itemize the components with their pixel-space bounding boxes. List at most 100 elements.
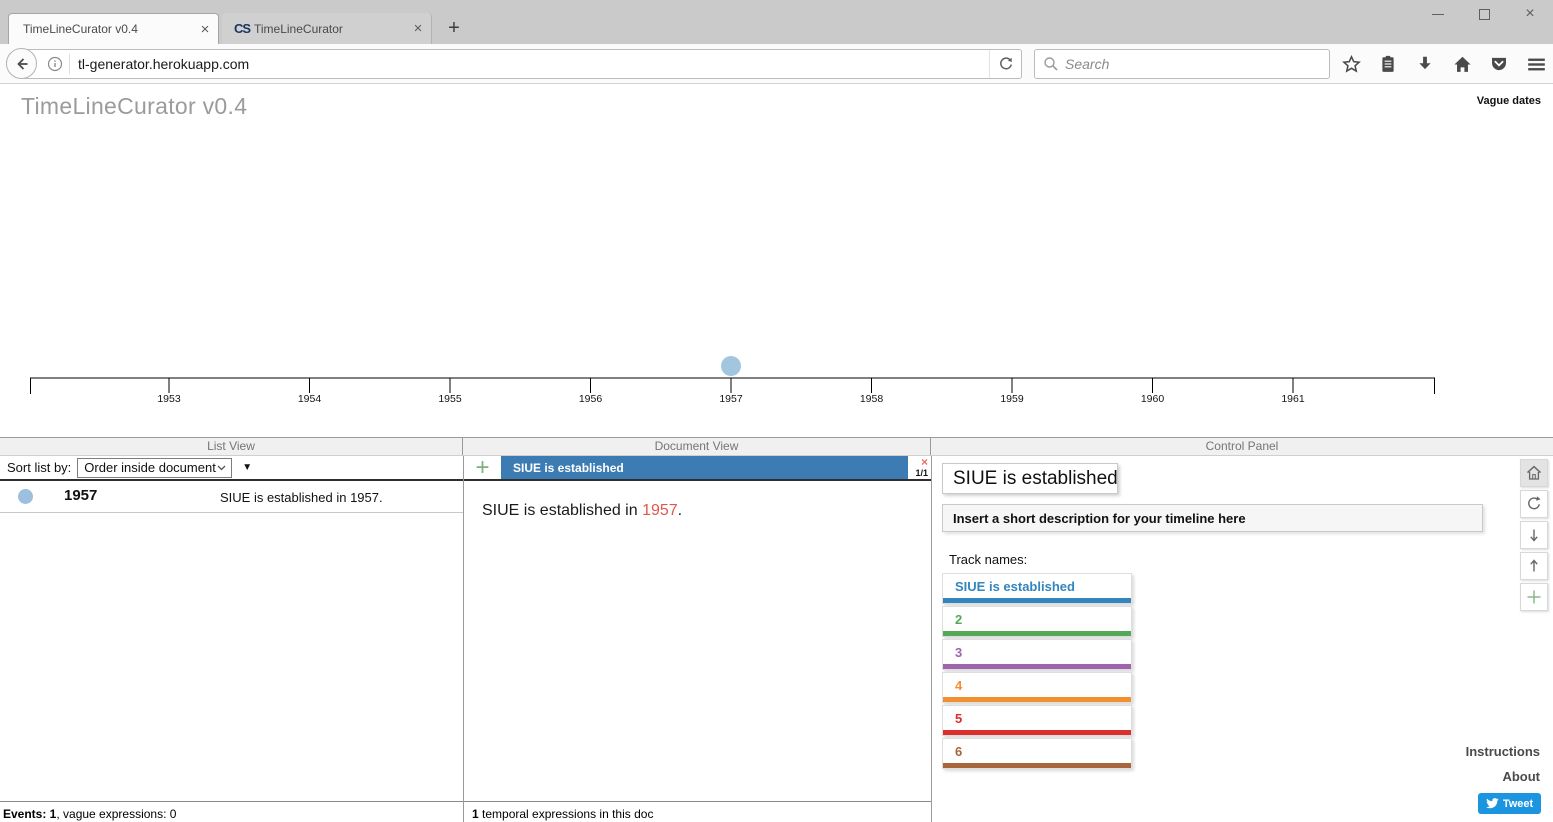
document-pager: 1/1 [915, 468, 928, 478]
track-name-input[interactable]: 5 [943, 706, 1131, 730]
sort-label: Sort list by: [7, 460, 71, 475]
track-item[interactable]: 4 [942, 672, 1132, 703]
browser-tab-bar: TimeLineCurator v0.4 × CS TimeLineCurato… [0, 0, 1553, 44]
reload-button[interactable] [989, 50, 1021, 78]
redo-button[interactable] [1520, 490, 1548, 518]
home-icon [1453, 55, 1472, 74]
axis-tick-label: 1953 [157, 393, 181, 405]
star-icon [1342, 55, 1361, 74]
chevron-down-icon [217, 465, 226, 471]
instructions-link[interactable]: Instructions [1466, 744, 1540, 759]
event-text: SIUE is established in 1957. [220, 490, 383, 505]
url-text[interactable]: tl-generator.herokuapp.com [78, 56, 989, 72]
tab-title: TimeLineCurator [246, 22, 405, 36]
home-view-button[interactable] [1520, 459, 1548, 487]
axis-tick-label: 1961 [1281, 393, 1305, 405]
url-bar[interactable]: tl-generator.herokuapp.com [22, 49, 1022, 79]
close-document-icon[interactable]: × [921, 455, 928, 469]
event-list: 1957 SIUE is established in 1957. [0, 481, 463, 513]
panel-header-bar: List View Document View Control Panel [0, 438, 1553, 456]
back-arrow-icon [13, 55, 31, 73]
timeline-axis[interactable]: 195319541955195619571958195919601961 [0, 340, 1553, 410]
sort-select-dropdown[interactable]: Order inside document [77, 458, 232, 478]
downloads-button[interactable] [1415, 54, 1435, 74]
page-title: TimeLineCurator v0.4 [21, 93, 247, 120]
cs-favicon-icon: CS [222, 21, 246, 36]
tweet-label: Tweet [1503, 798, 1533, 810]
pocket-icon [1490, 55, 1508, 73]
home-button[interactable] [1452, 54, 1472, 74]
timeline-event-dot[interactable] [721, 356, 741, 376]
axis-tick-label: 1954 [298, 393, 322, 405]
track-name-input[interactable]: SIUE is established [943, 574, 1131, 598]
move-down-button[interactable] [1520, 521, 1548, 549]
timeline-description-input[interactable] [942, 504, 1483, 532]
sort-direction-toggle[interactable]: ▼ [242, 462, 252, 473]
track-name-input[interactable]: 4 [943, 673, 1131, 697]
tab-timelinecurator-inactive[interactable]: CS TimeLineCurator × [222, 13, 432, 44]
browser-toolbar [1341, 44, 1546, 84]
track-color-bar [943, 631, 1131, 636]
axis-tick-label: 1957 [719, 393, 743, 405]
hamburger-icon [1527, 55, 1546, 74]
redo-icon [1525, 495, 1543, 513]
track-item[interactable]: 6 [942, 738, 1132, 769]
maximize-button[interactable] [1475, 5, 1493, 23]
search-input[interactable] [1065, 56, 1329, 72]
track-name-input[interactable]: 3 [943, 640, 1131, 664]
track-item[interactable]: SIUE is established [942, 573, 1132, 604]
track-item[interactable]: 5 [942, 705, 1132, 736]
track-item[interactable]: 2 [942, 606, 1132, 637]
doc-text-suffix: . [678, 502, 682, 519]
track-name-input[interactable]: 2 [943, 607, 1131, 631]
add-document-button[interactable]: + [464, 456, 501, 479]
reload-icon [998, 56, 1014, 72]
document-tab[interactable]: SIUE is established [501, 456, 908, 479]
close-icon[interactable]: × [405, 20, 431, 37]
doc-text-prefix: SIUE is established in [482, 502, 642, 519]
control-buttons [1520, 459, 1548, 611]
add-track-button[interactable] [1520, 583, 1548, 611]
timeline-title-input[interactable]: SIUE is established [942, 463, 1118, 494]
pocket-button[interactable] [1489, 54, 1509, 74]
tab-title: TimeLineCurator v0.4 [9, 22, 192, 36]
event-year: 1957 [64, 487, 97, 504]
move-up-button[interactable] [1520, 552, 1548, 580]
browser-window: TimeLineCurator v0.4 × CS TimeLineCurato… [0, 0, 1553, 822]
about-link[interactable]: About [1502, 769, 1540, 784]
new-tab-button[interactable]: + [442, 17, 466, 41]
home-outline-icon [1525, 464, 1543, 482]
info-icon[interactable] [47, 56, 63, 72]
twitter-bird-icon [1486, 798, 1499, 809]
clipboard-icon [1379, 55, 1397, 73]
browser-navbar: tl-generator.herokuapp.com [0, 44, 1553, 84]
list-view-panel: Sort list by: Order inside document ▼ 19… [0, 456, 464, 822]
document-view-footer: 1 temporal expressions in this doc [464, 801, 931, 822]
event-dot-icon [18, 489, 33, 504]
track-list: SIUE is established 2 3 4 5 6 [942, 573, 1132, 771]
control-panel-header: Control Panel [931, 438, 1553, 455]
maximize-icon [1479, 9, 1490, 20]
close-icon[interactable]: × [192, 21, 218, 38]
track-name-input[interactable]: 6 [943, 739, 1131, 763]
search-bar[interactable] [1034, 49, 1330, 79]
bookmark-star-button[interactable] [1341, 54, 1361, 74]
minimize-button[interactable] [1429, 5, 1447, 23]
list-view-footer: Events: 1, vague expressions: 0 [0, 801, 463, 822]
tweet-button[interactable]: Tweet [1478, 793, 1541, 814]
track-item[interactable]: 3 [942, 639, 1132, 670]
document-tab-strip: + SIUE is established × 1/1 [464, 456, 931, 481]
window-controls: × [1429, 5, 1539, 23]
download-arrow-icon [1416, 55, 1434, 73]
arrow-up-icon [1525, 557, 1543, 575]
menu-button[interactable] [1526, 54, 1546, 74]
axis-tick-label: 1958 [860, 393, 884, 405]
minimize-icon [1432, 14, 1444, 15]
back-button[interactable] [6, 48, 37, 79]
tab-timelinecurator-active[interactable]: TimeLineCurator v0.4 × [8, 13, 219, 44]
bookmarks-list-button[interactable] [1378, 54, 1398, 74]
list-item[interactable]: 1957 SIUE is established in 1957. [0, 481, 463, 513]
close-window-button[interactable]: × [1521, 5, 1539, 23]
track-color-bar [943, 730, 1131, 735]
temporal-expression-highlight[interactable]: 1957 [642, 502, 678, 519]
